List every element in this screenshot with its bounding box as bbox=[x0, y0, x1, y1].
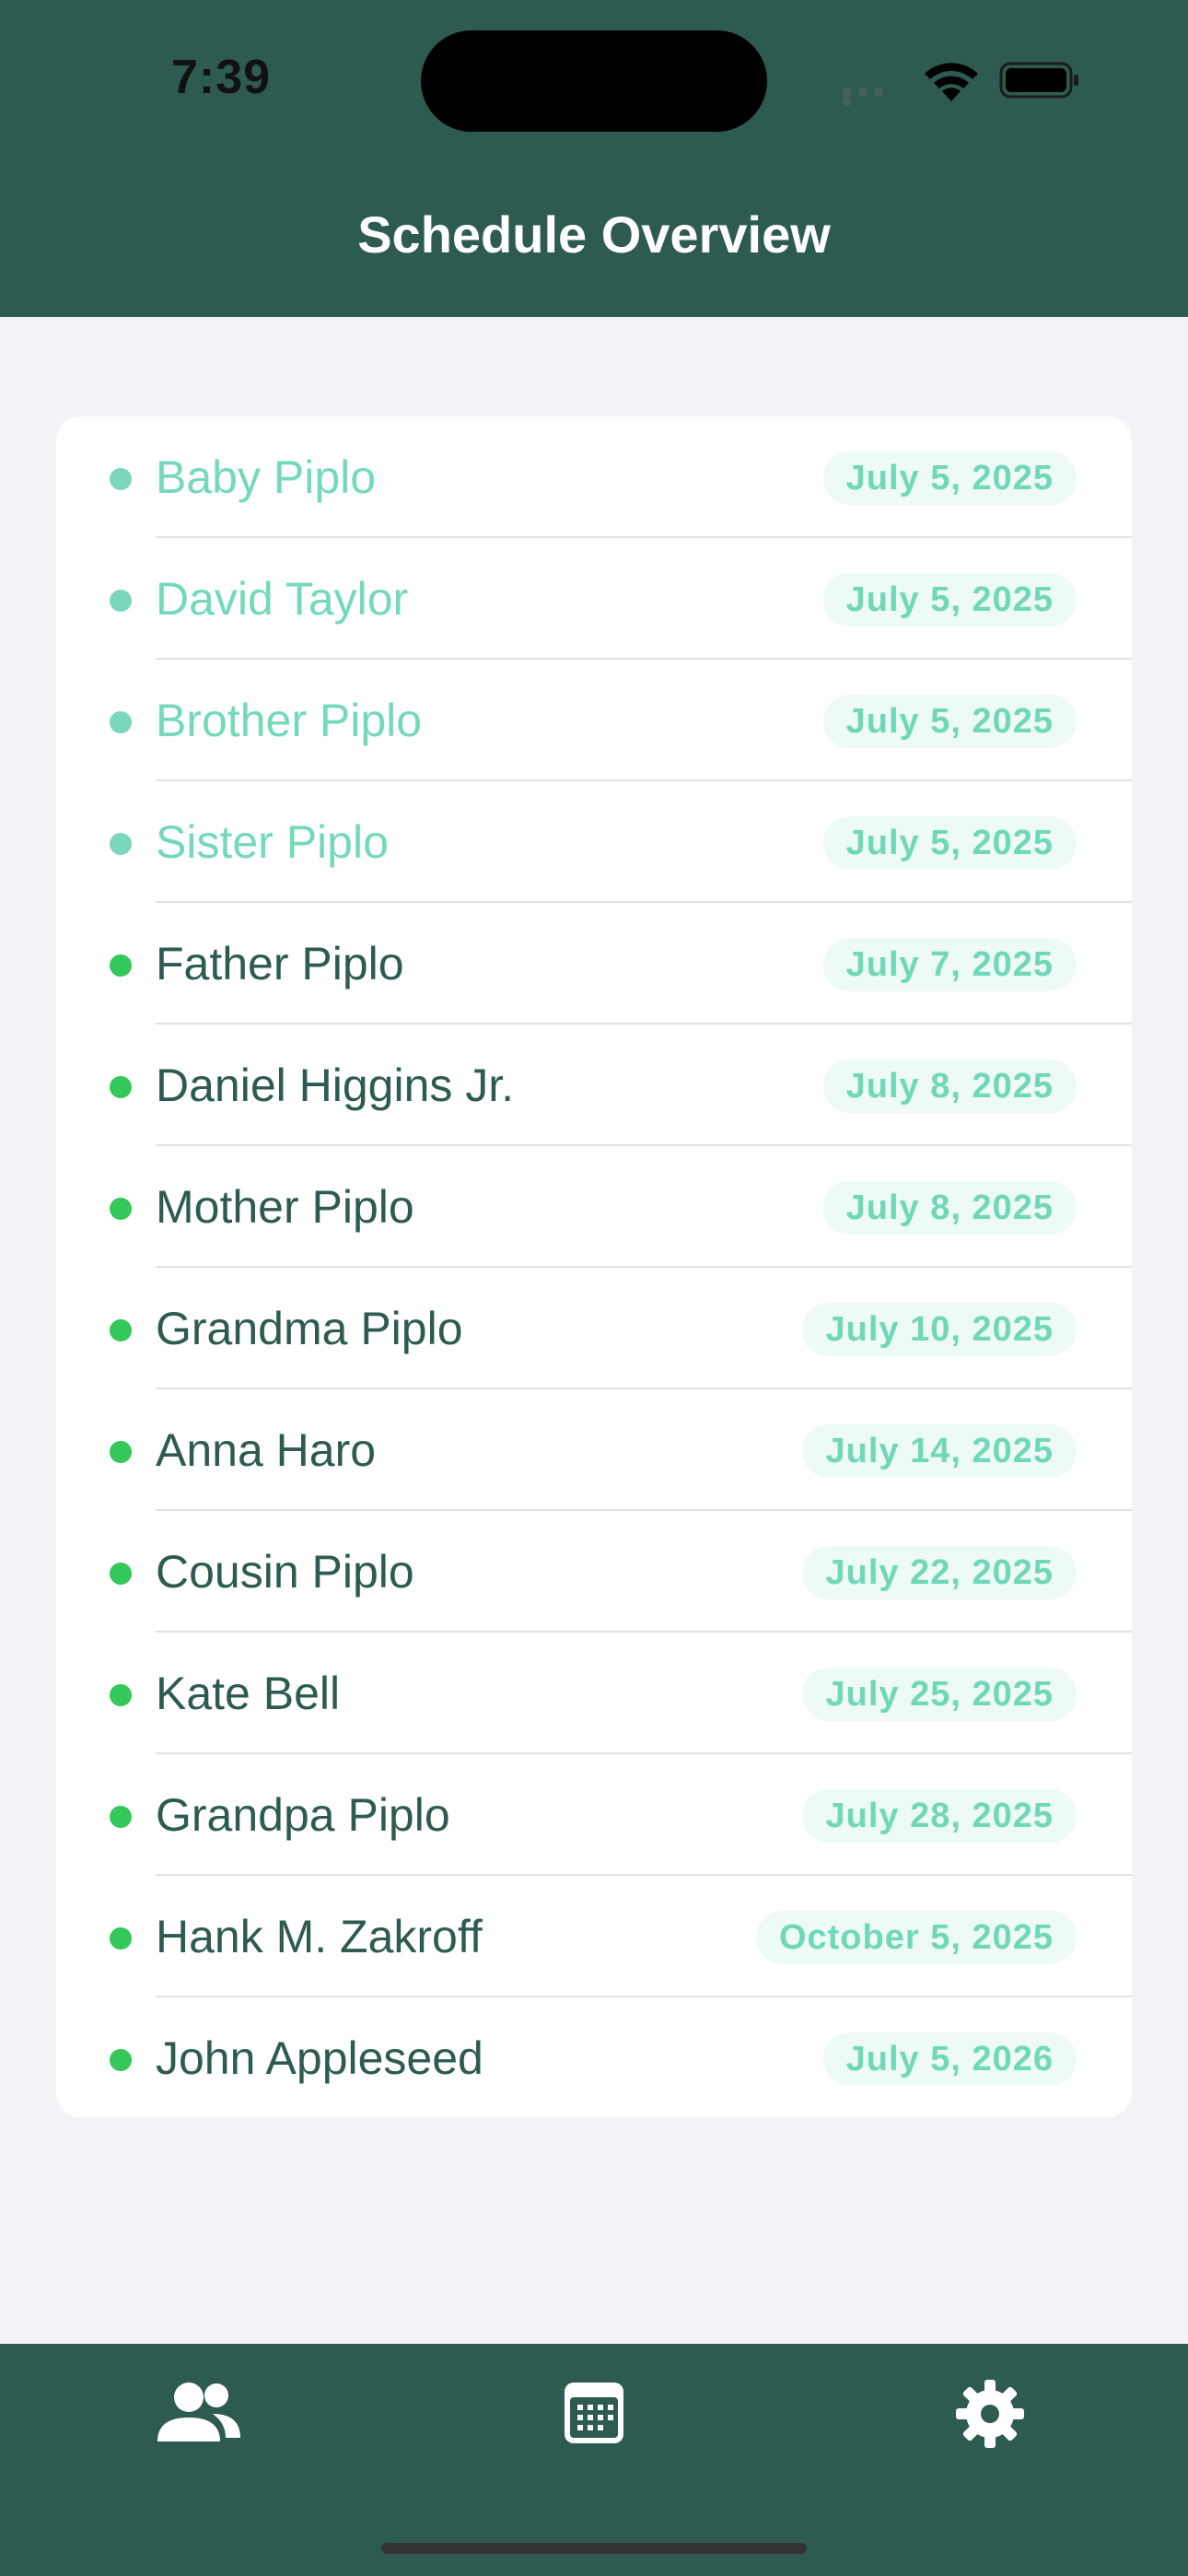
status-dot bbox=[110, 1684, 132, 1706]
date-badge: July 28, 2025 bbox=[802, 1789, 1077, 1843]
date-badge: July 14, 2025 bbox=[802, 1424, 1077, 1478]
contact-name: Anna Haro bbox=[156, 1424, 377, 1476]
list-item[interactable]: Sister Piplo July 5, 2025 bbox=[56, 781, 1132, 903]
list-item[interactable]: Anna Haro July 14, 2025 bbox=[56, 1389, 1132, 1511]
date-badge: July 5, 2025 bbox=[822, 451, 1077, 505]
status-dot bbox=[110, 833, 132, 855]
list-item[interactable]: Mother Piplo July 8, 2025 bbox=[56, 1146, 1132, 1268]
status-dot bbox=[110, 1441, 132, 1463]
list-item[interactable]: John Appleseed July 5, 2026 bbox=[56, 1997, 1132, 2117]
date-badge: July 10, 2025 bbox=[802, 1303, 1077, 1356]
date-badge: July 7, 2025 bbox=[822, 938, 1077, 991]
contact-name: Father Piplo bbox=[156, 938, 404, 989]
navigation-header: 7:39 Schedule Overview bbox=[0, 0, 1188, 317]
calendar-icon[interactable] bbox=[548, 2377, 640, 2451]
list-item[interactable]: Baby Piplo July 5, 2025 bbox=[56, 416, 1132, 538]
status-dot bbox=[110, 468, 132, 490]
date-badge: July 5, 2025 bbox=[822, 573, 1077, 626]
contact-name: Hank M. Zakroff bbox=[156, 1911, 483, 1962]
people-icon[interactable] bbox=[152, 2377, 244, 2451]
cellular-signal-icon bbox=[843, 88, 903, 106]
date-badge: July 8, 2025 bbox=[822, 1060, 1077, 1113]
home-indicator bbox=[381, 2543, 807, 2554]
dynamic-island bbox=[421, 30, 767, 132]
status-dot bbox=[110, 1319, 132, 1341]
schedule-list: Baby Piplo July 5, 2025 David Taylor July 5… bbox=[56, 416, 1132, 2117]
contact-name: Kate Bell bbox=[156, 1668, 341, 1719]
battery-icon bbox=[999, 62, 1078, 99]
contact-name: Grandma Piplo bbox=[156, 1303, 463, 1354]
date-badge: July 8, 2025 bbox=[822, 1181, 1077, 1235]
date-badge: July 25, 2025 bbox=[802, 1668, 1077, 1721]
list-item[interactable]: Hank M. Zakroff October 5, 2025 bbox=[56, 1876, 1132, 1997]
status-dot bbox=[110, 590, 132, 612]
gear-icon[interactable] bbox=[944, 2377, 1036, 2451]
contact-name: Sister Piplo bbox=[156, 816, 389, 868]
page-title: Schedule Overview bbox=[357, 205, 831, 263]
date-badge: October 5, 2025 bbox=[755, 1911, 1077, 1964]
status-dot bbox=[110, 1806, 132, 1828]
date-badge: July 5, 2025 bbox=[822, 695, 1077, 748]
status-dot bbox=[110, 1563, 132, 1585]
contact-name: Daniel Higgins Jr. bbox=[156, 1060, 515, 1111]
contact-name: John Appleseed bbox=[156, 2032, 483, 2084]
status-dot bbox=[110, 2049, 132, 2071]
status-dot bbox=[110, 1076, 132, 1098]
list-item[interactable]: Brother Piplo July 5, 2025 bbox=[56, 660, 1132, 781]
status-dot bbox=[110, 711, 132, 733]
date-badge: July 22, 2025 bbox=[802, 1546, 1077, 1599]
date-badge: July 5, 2025 bbox=[822, 816, 1077, 870]
status-dot bbox=[110, 954, 132, 977]
list-item[interactable]: Cousin Piplo July 22, 2025 bbox=[56, 1511, 1132, 1633]
wifi-icon bbox=[925, 63, 978, 101]
contact-name: David Taylor bbox=[156, 573, 409, 625]
contact-name: Baby Piplo bbox=[156, 451, 377, 503]
status-time: 7:39 bbox=[171, 51, 272, 104]
list-item[interactable]: Grandpa Piplo July 28, 2025 bbox=[56, 1754, 1132, 1876]
list-item[interactable]: David Taylor July 5, 2025 bbox=[56, 538, 1132, 660]
contact-name: Grandpa Piplo bbox=[156, 1789, 450, 1841]
contact-name: Brother Piplo bbox=[156, 695, 423, 746]
list-item[interactable]: Father Piplo July 7, 2025 bbox=[56, 903, 1132, 1025]
list-item[interactable]: Grandma Piplo July 10, 2025 bbox=[56, 1268, 1132, 1389]
list-item[interactable]: Kate Bell July 25, 2025 bbox=[56, 1633, 1132, 1754]
list-item[interactable]: Daniel Higgins Jr. July 8, 2025 bbox=[56, 1025, 1132, 1146]
status-dot bbox=[110, 1198, 132, 1220]
contact-name: Mother Piplo bbox=[156, 1181, 414, 1233]
contact-name: Cousin Piplo bbox=[156, 1546, 414, 1598]
date-badge: July 5, 2026 bbox=[822, 2032, 1077, 2086]
status-dot bbox=[110, 1927, 132, 1950]
tab-bar bbox=[0, 2344, 1188, 2576]
